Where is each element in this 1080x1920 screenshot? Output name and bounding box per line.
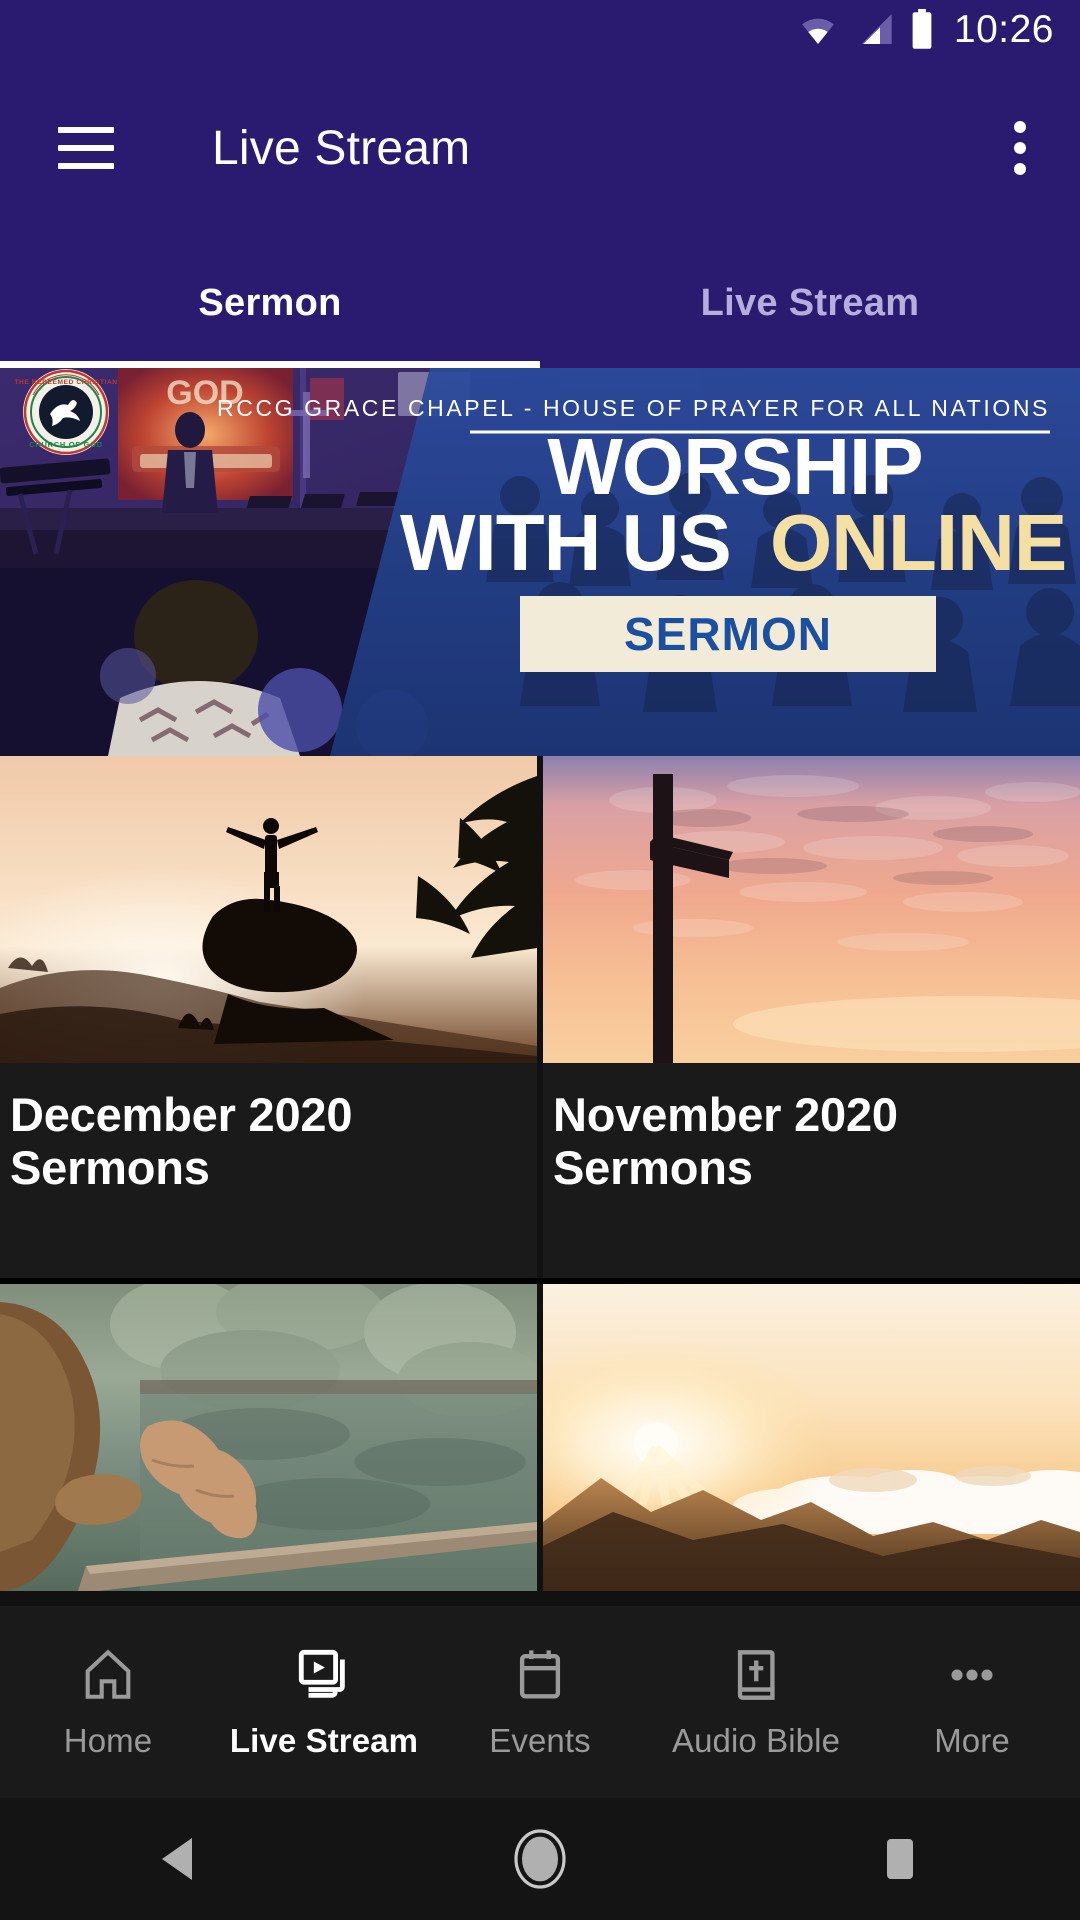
hero-headline-online: ONLINE — [770, 498, 1066, 587]
nav-item-live-stream[interactable]: Live Stream — [216, 1644, 432, 1760]
wifi-icon — [802, 18, 834, 44]
svg-text:CHURCH OF GOD: CHURCH OF GOD — [29, 440, 103, 449]
tab-bar: Sermon Live Stream — [0, 238, 1080, 368]
battery-icon — [912, 8, 932, 49]
more-horizontal-icon — [943, 1644, 1001, 1706]
nav-item-more[interactable]: More — [864, 1644, 1080, 1760]
tab-live-stream-label: Live Stream — [700, 281, 920, 324]
recents-square-icon[interactable] — [840, 1798, 960, 1920]
hamburger-menu-icon[interactable] — [58, 127, 114, 169]
back-triangle-icon[interactable] — [120, 1798, 240, 1920]
status-bar-clock: 10:26 — [953, 7, 1054, 51]
cellular-signal-icon — [861, 14, 892, 44]
hero-sermon-badge: SERMON — [624, 608, 832, 660]
home-icon — [79, 1644, 137, 1706]
hero-banner-artwork: GOD RCCG GRACE CHAPEL - HOUSE OF PRAYER … — [0, 368, 1080, 756]
sermon-card[interactable] — [543, 1284, 1080, 1591]
sermon-card-thumbnail — [0, 756, 537, 1063]
bottom-navigation-bar: Home Live Stream Events Audio Bible More — [0, 1606, 1080, 1798]
android-system-nav — [0, 1798, 1080, 1920]
sermon-card-body: December 2020 Sermons — [0, 1063, 537, 1278]
page-title: Live Stream — [212, 121, 471, 175]
more-vertical-icon[interactable] — [1014, 121, 1026, 175]
sunrise-over-mountains-clouds — [543, 1284, 1080, 1591]
nav-item-events-label: Events — [489, 1722, 591, 1759]
rccg-logo-icon: THE REDEEMED CHRISTIAN CHURCH OF GOD — [14, 369, 117, 455]
sermon-row-1: December 2020 Sermons November 2020 Serm… — [0, 756, 1080, 1278]
app-bar: Live Stream — [0, 58, 1080, 238]
man-on-rock-sunset-silhouette — [0, 756, 537, 1063]
status-bar: 10:26 — [0, 0, 1080, 58]
praying-hands-forest-lake — [0, 1284, 537, 1591]
nav-item-home[interactable]: Home — [0, 1644, 216, 1760]
nav-item-more-label: More — [934, 1722, 1010, 1759]
sermon-card[interactable] — [0, 1284, 537, 1591]
tab-live-stream[interactable]: Live Stream — [540, 238, 1080, 368]
nav-item-live-stream-label: Live Stream — [229, 1722, 419, 1759]
nav-item-audio-bible-label: Audio Bible — [671, 1722, 841, 1759]
cross-silhouette-pink-sunset — [543, 756, 1080, 1063]
tab-sermon[interactable]: Sermon — [0, 238, 540, 368]
sermon-card-thumbnail — [543, 756, 1080, 1063]
calendar-icon — [511, 1644, 569, 1706]
sermon-grid: December 2020 Sermons November 2020 Serm… — [0, 756, 1080, 1591]
sermon-card[interactable]: December 2020 Sermons — [0, 756, 537, 1278]
bible-book-icon — [727, 1644, 785, 1706]
sermon-card-thumbnail — [0, 1284, 537, 1591]
sermon-card-title: November 2020 Sermons — [553, 1088, 898, 1194]
hero-headline-with-us: WITH US — [400, 498, 731, 587]
home-circle-icon[interactable] — [480, 1798, 600, 1920]
tab-active-indicator — [0, 361, 540, 368]
sermon-row-2 — [0, 1284, 1080, 1591]
sermon-card-thumbnail — [543, 1284, 1080, 1591]
hero-banner[interactable]: GOD RCCG GRACE CHAPEL - HOUSE OF PRAYER … — [0, 368, 1080, 756]
video-library-icon — [295, 1644, 353, 1706]
app-root: 10:26 Live Stream Sermon Live Stream GOD… — [0, 0, 1080, 1920]
sermon-card-body: November 2020 Sermons — [543, 1063, 1080, 1278]
nav-item-events[interactable]: Events — [432, 1644, 648, 1760]
hero-eyebrow-text: RCCG GRACE CHAPEL - HOUSE OF PRAYER FOR … — [217, 395, 1050, 421]
tab-sermon-label: Sermon — [198, 281, 342, 324]
sermon-card-title: December 2020 Sermons — [10, 1088, 353, 1194]
svg-text:THE REDEEMED CHRISTIAN: THE REDEEMED CHRISTIAN — [14, 379, 117, 386]
sermon-card[interactable]: November 2020 Sermons — [543, 756, 1080, 1278]
nav-item-audio-bible[interactable]: Audio Bible — [648, 1644, 864, 1760]
nav-item-home-label: Home — [63, 1722, 153, 1759]
